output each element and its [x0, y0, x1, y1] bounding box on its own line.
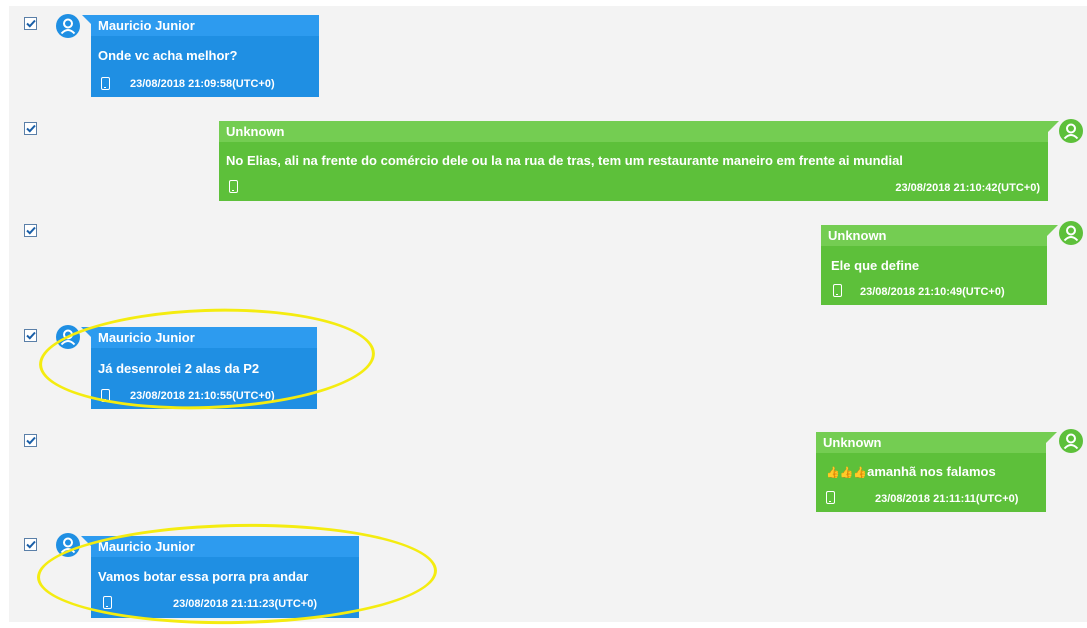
phone-icon: [101, 77, 110, 90]
user-avatar-icon: [56, 533, 80, 557]
sender-name: Unknown: [816, 432, 1046, 453]
message-timestamp: 23/08/2018 21:10:55(UTC+0): [130, 390, 275, 402]
phone-icon: [826, 491, 835, 504]
message-bubble: Unknown No Elias, ali na frente do comér…: [219, 121, 1048, 201]
phone-icon: [101, 389, 110, 402]
phone-icon: [103, 596, 112, 609]
message-text: Já desenrolei 2 alas da P2: [98, 361, 260, 376]
user-avatar-icon: [56, 14, 80, 38]
chat-panel: Mauricio Junior Onde vc acha melhor? 23/…: [9, 6, 1087, 622]
message-checkbox[interactable]: [24, 17, 37, 30]
user-avatar-icon: [1059, 429, 1083, 453]
message-checkbox[interactable]: [24, 329, 37, 342]
bubble-tail: [1048, 121, 1059, 132]
bubble-tail: [1047, 225, 1058, 236]
message-text: No Elias, ali na frente do comércio dele…: [226, 153, 903, 168]
phone-icon: [833, 284, 842, 297]
sender-name: Unknown: [821, 225, 1047, 246]
message-bubble: Mauricio Junior Onde vc acha melhor? 23/…: [91, 15, 319, 97]
message-checkbox[interactable]: [24, 434, 37, 447]
message-checkbox[interactable]: [24, 538, 37, 551]
sender-name: Unknown: [219, 121, 1048, 142]
message-bubble: Unknown 👍👍👍amanhã nos falamos 23/08/2018…: [816, 432, 1046, 512]
message-timestamp: 23/08/2018 21:09:58(UTC+0): [130, 78, 275, 90]
message-timestamp: 23/08/2018 21:10:49(UTC+0): [860, 286, 1005, 298]
message-timestamp: 23/08/2018 21:11:23(UTC+0): [173, 598, 318, 610]
message-text: Vamos botar essa porra pra andar: [98, 569, 309, 584]
message-bubble: Unknown Ele que define 23/08/2018 21:10:…: [821, 225, 1047, 305]
message-bubble: Mauricio Junior Vamos botar essa porra p…: [91, 536, 359, 618]
thumbs-up-emoji: 👍👍👍: [826, 467, 868, 479]
message-timestamp: 23/08/2018 21:10:42(UTC+0): [895, 182, 1040, 194]
message-checkbox[interactable]: [24, 122, 37, 135]
message-text: 👍👍👍amanhã nos falamos: [826, 464, 996, 479]
user-avatar-icon: [1059, 119, 1083, 143]
message-text: Onde vc acha melhor?: [98, 48, 238, 63]
sender-name: Mauricio Junior: [91, 536, 359, 557]
user-avatar-icon: [1059, 221, 1083, 245]
user-avatar-icon: [56, 325, 80, 349]
sender-name: Mauricio Junior: [91, 327, 317, 348]
bubble-tail: [1046, 432, 1057, 443]
message-bubble: Mauricio Junior Já desenrolei 2 alas da …: [91, 327, 317, 409]
message-timestamp: 23/08/2018 21:11:11(UTC+0): [875, 493, 1019, 505]
sender-name: Mauricio Junior: [91, 15, 319, 36]
message-checkbox[interactable]: [24, 224, 37, 237]
message-text: Ele que define: [831, 258, 920, 273]
phone-icon: [229, 180, 238, 193]
